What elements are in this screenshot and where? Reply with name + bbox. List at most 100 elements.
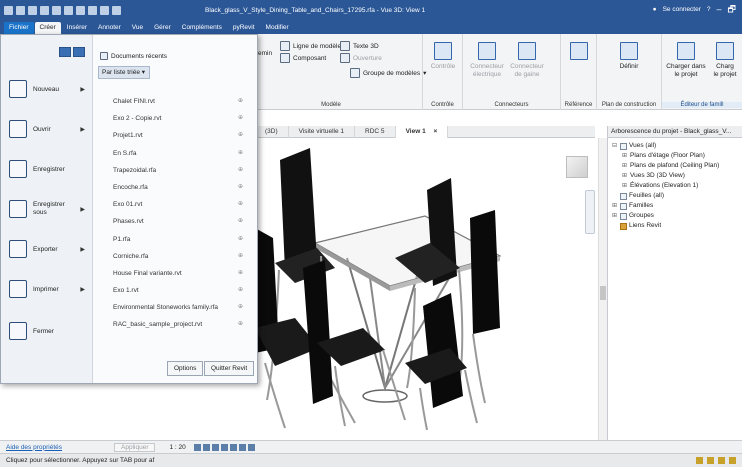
pin-icon[interactable]: ⊕	[238, 196, 243, 213]
tree-item-feuilles[interactable]: Feuilles (all)	[612, 191, 742, 201]
list-item[interactable]: Phases.rvt ⊕	[113, 213, 243, 230]
tab-vue[interactable]: Vue	[127, 22, 148, 34]
list-item[interactable]: Encoche.rfa ⊕	[113, 179, 243, 196]
visual-style-icon[interactable]	[202, 443, 210, 451]
recent-documents-icon[interactable]	[59, 47, 71, 57]
tree-item-liens-revit[interactable]: Liens Revit	[612, 221, 742, 231]
connecteur-gaine-button[interactable]: Connecteur de gaine	[507, 42, 547, 79]
sort-dropdown[interactable]: Par liste triée ▾	[98, 66, 150, 79]
menu-item-enregistrer-sous[interactable]: Enregistrer sous ▶	[1, 189, 93, 229]
pin-icon[interactable]: ⊕	[238, 162, 243, 179]
app-logo-icon[interactable]	[4, 5, 13, 15]
tab-rdc5[interactable]: RDC 5	[355, 125, 396, 138]
detail-level-icon[interactable]	[193, 443, 201, 451]
list-item[interactable]: Projet1.rvt ⊕	[113, 127, 243, 144]
close-views-icon[interactable]	[112, 5, 121, 15]
apply-button[interactable]: Appliquer	[114, 442, 156, 452]
properties-help-link[interactable]: Aide des propriétés	[6, 444, 62, 451]
view-cube[interactable]	[566, 156, 588, 178]
list-item[interactable]: House Final variante.rvt ⊕	[113, 265, 243, 282]
list-item[interactable]: RAC_basic_sample_project.rvt ⊕	[113, 316, 243, 333]
undo-icon[interactable]	[40, 5, 49, 15]
selection-links-icon[interactable]	[718, 457, 725, 464]
ouverture-button[interactable]: Ouverture	[340, 53, 382, 63]
list-item[interactable]: Exo 01.rvt ⊕	[113, 196, 243, 213]
quit-revit-button[interactable]: Quitter Revit	[204, 361, 255, 376]
definir-button[interactable]: Définir	[609, 42, 649, 71]
list-item[interactable]: Exo 1.rvt ⊕	[113, 282, 243, 299]
tree-item-vues-3d[interactable]: ⊞ Vues 3D (3D View)	[612, 171, 742, 181]
reference-button[interactable]	[569, 42, 589, 63]
pin-icon[interactable]: ⊕	[238, 110, 243, 127]
menu-item-exporter[interactable]: Exporter ▶	[1, 229, 93, 269]
groupe-de-modeles-button[interactable]: Groupe de modèles ▾	[350, 68, 426, 78]
pin-icon[interactable]: ⊕	[238, 248, 243, 265]
list-item[interactable]: Trapezoidal.rfa ⊕	[113, 162, 243, 179]
pin-icon[interactable]: ⊕	[238, 179, 243, 196]
pin-icon[interactable]: ⊕	[238, 127, 243, 144]
tab-creer[interactable]: Créer	[34, 22, 61, 34]
list-item[interactable]: En S.rfa ⊕	[113, 145, 243, 162]
tree-item-plans-etage[interactable]: ⊞ Plans d'étage (Floor Plan)	[612, 151, 742, 161]
viewport-scrollbar[interactable]	[598, 138, 607, 440]
composant-button[interactable]: Composant	[280, 53, 326, 63]
3d-viewport[interactable]	[255, 138, 607, 440]
expand-toggle-icon[interactable]: ⊞	[622, 161, 628, 171]
pin-icon[interactable]: ⊕	[238, 265, 243, 282]
minimize-button[interactable]: –	[717, 4, 722, 14]
tab-inserer[interactable]: Insérer	[62, 22, 92, 34]
charger-dans-projet-button[interactable]: Charger dans le projet	[666, 42, 706, 79]
tree-item-groupes[interactable]: ⊞ Groupes	[612, 211, 742, 221]
list-item[interactable]: Environmental Stoneworks family.rfa ⊕	[113, 299, 243, 316]
menu-item-imprimer[interactable]: Imprimer ▶	[1, 269, 93, 309]
close-icon[interactable]: ×	[434, 128, 438, 135]
menu-item-fermer[interactable]: Fermer	[1, 311, 93, 351]
expand-toggle-icon[interactable]: ⊞	[622, 171, 628, 181]
tab-view-3d[interactable]: (3D)	[255, 125, 289, 138]
tree-item-familles[interactable]: ⊞ Familles	[612, 201, 742, 211]
chemin-label[interactable]: emin	[258, 50, 272, 57]
filter-icon[interactable]	[729, 457, 736, 464]
collapse-toggle-icon[interactable]: ⊟	[612, 141, 618, 151]
pin-icon[interactable]: ⊕	[238, 145, 243, 162]
view-scale[interactable]: 1 : 20	[169, 444, 185, 451]
expand-toggle-icon[interactable]: ⊞	[622, 181, 628, 191]
pin-icon[interactable]: ⊕	[238, 299, 243, 316]
list-item[interactable]: P1.rfa ⊕	[113, 231, 243, 248]
pin-icon[interactable]: ⊕	[238, 231, 243, 248]
expand-toggle-icon[interactable]: ⊞	[612, 211, 618, 221]
list-item[interactable]: Exo 2 - Copie.rvt ⊕	[113, 110, 243, 127]
crop-view-icon[interactable]	[238, 443, 246, 451]
tree-item-plans-plafond[interactable]: ⊞ Plans de plafond (Ceiling Plan)	[612, 161, 742, 171]
pin-icon[interactable]: ⊕	[238, 213, 243, 230]
save-icon[interactable]	[28, 5, 37, 15]
expand-toggle-icon[interactable]: ⊞	[622, 151, 628, 161]
options-button[interactable]: Options	[167, 361, 204, 376]
list-item[interactable]: Chalet FINI.rvt ⊕	[113, 93, 243, 110]
tab-visite-virtuelle[interactable]: Visite virtuelle 1	[289, 125, 356, 138]
tab-annoter[interactable]: Annoter	[93, 22, 126, 34]
expand-toggle-icon[interactable]: ⊞	[612, 201, 618, 211]
3d-view-icon[interactable]	[100, 5, 109, 15]
worksets-icon[interactable]	[696, 457, 703, 464]
tab-view1[interactable]: View 1 ×	[395, 125, 449, 138]
menu-item-enregistrer[interactable]: Enregistrer	[1, 149, 93, 189]
tree-item-vues[interactable]: ⊟ Vues (all)	[612, 141, 742, 151]
tab-modifier[interactable]: Modifier	[261, 22, 294, 34]
connect-link[interactable]: Se connecter	[663, 6, 701, 13]
hide-isolate-icon[interactable]	[247, 443, 255, 451]
charger-projet-suite-button[interactable]: Charg le projet	[710, 42, 740, 79]
tab-gerer[interactable]: Gérer	[149, 22, 176, 34]
texte-3d-button[interactable]: Texte 3D	[340, 41, 379, 51]
text-icon[interactable]	[88, 5, 97, 15]
list-item[interactable]: Corniche.rfa ⊕	[113, 248, 243, 265]
tab-fichier[interactable]: Fichier	[4, 22, 34, 34]
ligne-de-modele-button[interactable]: Ligne de modèle	[280, 41, 341, 51]
menu-item-nouveau[interactable]: Nouveau ▶	[1, 69, 93, 109]
shadows-icon[interactable]	[220, 443, 228, 451]
tree-item-elevations[interactable]: ⊞ Élévations (Elevation 1)	[612, 181, 742, 191]
tab-pyrevit[interactable]: pyRevit	[228, 22, 260, 34]
pin-icon[interactable]: ⊕	[238, 316, 243, 333]
help-icon[interactable]: ?	[707, 6, 711, 13]
connecteur-electrique-button[interactable]: Connecteur électrique	[467, 42, 507, 79]
